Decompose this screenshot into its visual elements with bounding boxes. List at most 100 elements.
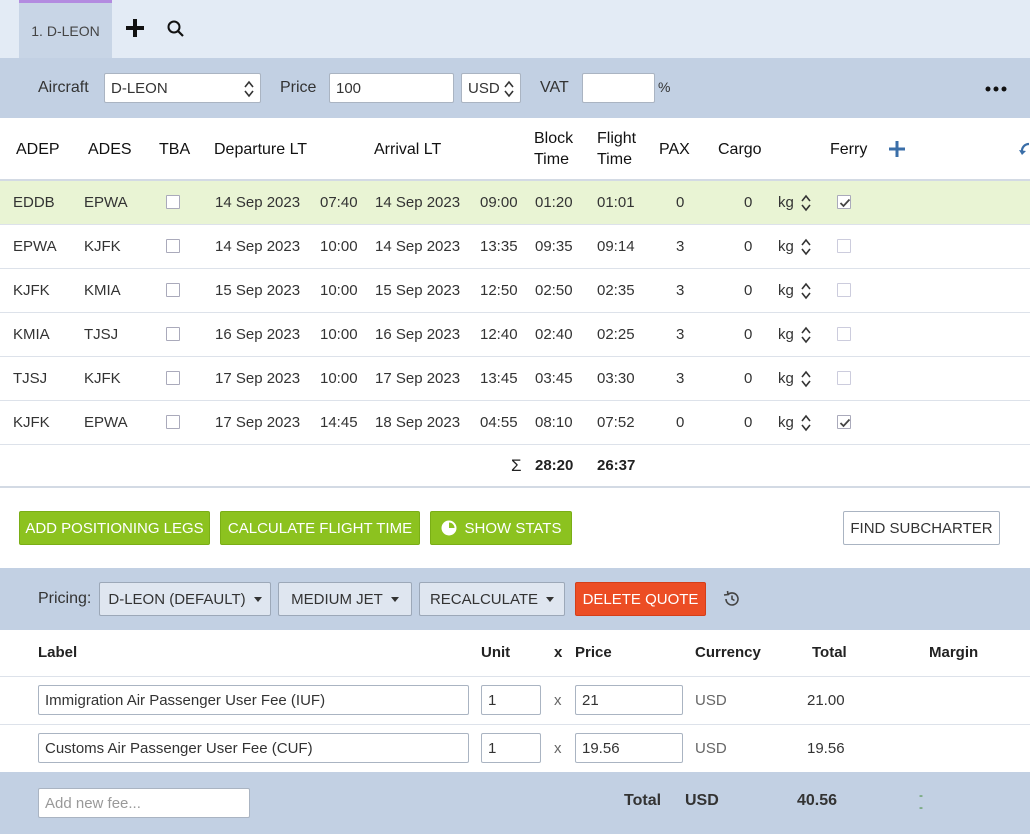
departure-time[interactable]: 07:40 (320, 181, 358, 224)
add-tab-icon[interactable] (124, 17, 146, 39)
fee-price-input[interactable]: 21 (575, 685, 683, 715)
departure-time[interactable]: 14:45 (320, 401, 358, 444)
arrival-time[interactable]: 12:50 (480, 269, 518, 312)
tba-checkbox[interactable] (166, 239, 180, 253)
pax-cell[interactable]: 3 (676, 269, 684, 312)
ades-cell[interactable]: EPWA (84, 181, 128, 224)
departure-date[interactable]: 16 Sep 2023 (215, 313, 300, 356)
leg-row[interactable]: KMIA TJSJ 16 Sep 2023 10:00 16 Sep 2023 12:40… (0, 313, 1030, 357)
unit-arrows-icon[interactable] (801, 326, 811, 344)
tba-checkbox[interactable] (166, 415, 180, 429)
cargo-unit[interactable]: kg (778, 401, 794, 444)
pricing-profile-dropdown[interactable]: D-LEON (DEFAULT) (99, 582, 271, 616)
cargo-unit[interactable]: kg (778, 225, 794, 268)
adep-cell[interactable]: EDDB (13, 181, 55, 224)
leg-row[interactable]: KJFK KMIA 15 Sep 2023 10:00 15 Sep 2023 12:50… (0, 269, 1030, 313)
cargo-unit[interactable]: kg (778, 181, 794, 224)
find-subcharter-button[interactable]: FIND SUBCHARTER (843, 511, 1000, 545)
departure-date[interactable]: 14 Sep 2023 (215, 225, 300, 268)
unit-arrows-icon[interactable] (801, 414, 811, 432)
arrival-time[interactable]: 13:35 (480, 225, 518, 268)
tba-checkbox[interactable] (166, 195, 180, 209)
tba-checkbox[interactable] (166, 371, 180, 385)
unit-arrows-icon[interactable] (801, 370, 811, 388)
unit-arrows-icon[interactable] (801, 194, 811, 212)
cargo-cell[interactable]: 0 (744, 401, 752, 444)
ades-cell[interactable]: KJFK (84, 225, 121, 268)
leg-row[interactable]: KJFK EPWA 17 Sep 2023 14:45 18 Sep 2023 04:55… (0, 401, 1030, 445)
leg-row[interactable]: EPWA KJFK 14 Sep 2023 10:00 14 Sep 2023 13:35… (0, 225, 1030, 269)
history-icon[interactable] (723, 590, 741, 608)
ferry-checkbox[interactable] (837, 239, 851, 253)
cargo-unit[interactable]: kg (778, 357, 794, 400)
cargo-cell[interactable]: 0 (744, 357, 752, 400)
arrival-time[interactable]: 12:40 (480, 313, 518, 356)
arrival-time[interactable]: 09:00 (480, 181, 518, 224)
arrival-date[interactable]: 14 Sep 2023 (375, 225, 460, 268)
fee-price-input[interactable]: 19.56 (575, 733, 683, 763)
ades-cell[interactable]: TJSJ (84, 313, 118, 356)
pax-cell[interactable]: 3 (676, 225, 684, 268)
arrival-date[interactable]: 16 Sep 2023 (375, 313, 460, 356)
adep-cell[interactable]: TJSJ (13, 357, 47, 400)
departure-time[interactable]: 10:00 (320, 313, 358, 356)
fee-label-input[interactable]: Immigration Air Passenger User Fee (IUF) (38, 685, 469, 715)
arrival-date[interactable]: 14 Sep 2023 (375, 181, 460, 224)
departure-time[interactable]: 10:00 (320, 225, 358, 268)
delete-quote-button[interactable]: DELETE QUOTE (575, 582, 706, 616)
add-leg-icon[interactable] (889, 141, 905, 157)
leg-row[interactable]: EDDB EPWA 14 Sep 2023 07:40 14 Sep 2023 09:00… (0, 181, 1030, 225)
currency-select[interactable]: USD (461, 73, 521, 103)
departure-date[interactable]: 17 Sep 2023 (215, 401, 300, 444)
cargo-unit[interactable]: kg (778, 313, 794, 356)
ferry-checkbox[interactable] (837, 195, 851, 209)
adep-cell[interactable]: KJFK (13, 401, 50, 444)
show-stats-button[interactable]: SHOW STATS (430, 511, 572, 545)
departure-time[interactable]: 10:00 (320, 269, 358, 312)
search-icon[interactable] (166, 19, 186, 39)
arrival-time[interactable]: 13:45 (480, 357, 518, 400)
ferry-checkbox[interactable] (837, 283, 851, 297)
fee-unit-input[interactable]: 1 (481, 685, 541, 715)
ferry-checkbox[interactable] (837, 327, 851, 341)
ferry-checkbox[interactable] (837, 415, 851, 429)
calculate-flight-time-button[interactable]: CALCULATE FLIGHT TIME (220, 511, 420, 545)
recalculate-dropdown[interactable]: RECALCULATE (419, 582, 565, 616)
more-options-icon[interactable] (985, 85, 1007, 93)
adep-cell[interactable]: KJFK (13, 269, 50, 312)
aircraft-category-dropdown[interactable]: MEDIUM JET (278, 582, 412, 616)
arrival-date[interactable]: 15 Sep 2023 (375, 269, 460, 312)
departure-time[interactable]: 10:00 (320, 357, 358, 400)
adep-cell[interactable]: EPWA (13, 225, 57, 268)
pax-cell[interactable]: 0 (676, 401, 684, 444)
pax-cell[interactable]: 3 (676, 357, 684, 400)
cargo-cell[interactable]: 0 (744, 225, 752, 268)
refresh-icon[interactable] (1019, 140, 1030, 158)
unit-arrows-icon[interactable] (801, 238, 811, 256)
departure-date[interactable]: 15 Sep 2023 (215, 269, 300, 312)
tba-checkbox[interactable] (166, 283, 180, 297)
ades-cell[interactable]: KJFK (84, 357, 121, 400)
tba-checkbox[interactable] (166, 327, 180, 341)
departure-date[interactable]: 17 Sep 2023 (215, 357, 300, 400)
ades-cell[interactable]: EPWA (84, 401, 128, 444)
leg-row[interactable]: TJSJ KJFK 17 Sep 2023 10:00 17 Sep 2023 13:45… (0, 357, 1030, 401)
pax-cell[interactable]: 0 (676, 181, 684, 224)
cargo-cell[interactable]: 0 (744, 313, 752, 356)
tab-d-leon[interactable]: 1. D-LEON (19, 0, 112, 58)
ades-cell[interactable]: KMIA (84, 269, 121, 312)
fee-label-input[interactable]: Customs Air Passenger User Fee (CUF) (38, 733, 469, 763)
ferry-checkbox[interactable] (837, 371, 851, 385)
add-positioning-legs-button[interactable]: ADD POSITIONING LEGS (19, 511, 210, 545)
fee-unit-input[interactable]: 1 (481, 733, 541, 763)
arrival-date[interactable]: 17 Sep 2023 (375, 357, 460, 400)
price-input[interactable]: 100 (329, 73, 454, 103)
pax-cell[interactable]: 3 (676, 313, 684, 356)
aircraft-select[interactable]: D-LEON (104, 73, 261, 103)
add-new-fee-input[interactable]: Add new fee... (38, 788, 250, 818)
arrival-time[interactable]: 04:55 (480, 401, 518, 444)
vat-input[interactable] (582, 73, 655, 103)
unit-arrows-icon[interactable] (801, 282, 811, 300)
arrival-date[interactable]: 18 Sep 2023 (375, 401, 460, 444)
cargo-cell[interactable]: 0 (744, 181, 752, 224)
